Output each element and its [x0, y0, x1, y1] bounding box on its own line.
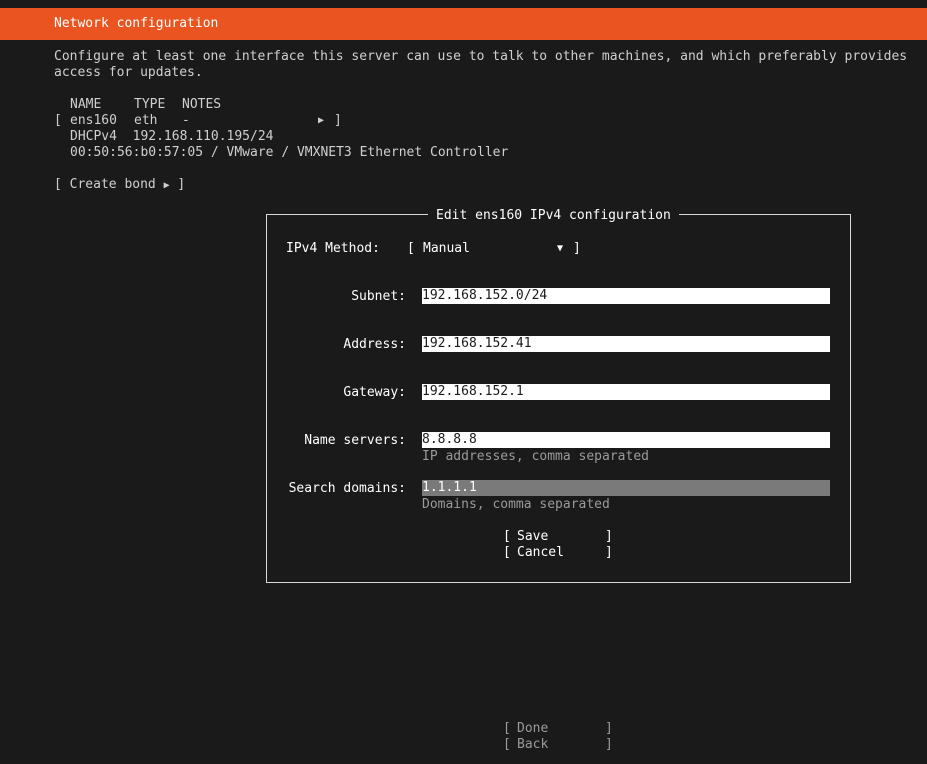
search-domains-input[interactable]: 1.1.1.1: [422, 480, 830, 496]
create-bond-button[interactable]: [ Create bond ▶ ]: [54, 177, 185, 194]
interface-notes: -: [182, 113, 190, 128]
gateway-label: Gateway:: [343, 385, 406, 400]
cancel-label: Cancel: [517, 545, 564, 560]
back-button[interactable]: [ Back ]: [503, 737, 615, 753]
column-header-notes: NOTES: [182, 97, 222, 112]
address-label: Address:: [343, 337, 406, 352]
expand-arrow-icon: ▶: [318, 115, 325, 126]
done-label: Done: [517, 721, 549, 736]
interface-row-ens160[interactable]: [ ens160 eth - ▶ ]: [54, 113, 344, 129]
back-label: Back: [517, 737, 549, 752]
interface-hw-detail: 00:50:56:b0:57:05 / VMware / VMXNET3 Eth…: [70, 145, 509, 160]
interface-name: ens160: [70, 113, 117, 128]
search-domains-hint: Domains, comma separated: [422, 497, 610, 512]
bracket-close: ]: [334, 113, 342, 128]
subnet-label: Subnet:: [351, 289, 406, 304]
bracket-open: [: [54, 113, 62, 128]
gateway-input[interactable]: 192.168.152.1: [422, 384, 830, 400]
interface-dhcp-detail: DHCPv4 192.168.110.195/24: [70, 129, 274, 144]
ipv4-method-value: Manual: [423, 241, 470, 256]
intro-line-2: access for updates.: [54, 65, 203, 80]
name-servers-label: Name servers:: [304, 433, 406, 448]
dropdown-arrow-icon: ▼: [557, 243, 564, 254]
page-title: Network configuration: [54, 16, 219, 31]
intro-line-1: Configure at least one interface this se…: [54, 49, 908, 64]
ipv4-method-label: IPv4 Method:: [286, 241, 380, 256]
column-header-type: TYPE: [134, 97, 166, 112]
ipv4-method-select[interactable]: [ Manual ▼ ]: [407, 241, 583, 257]
name-servers-input[interactable]: 8.8.8.8: [422, 432, 830, 448]
name-servers-hint: IP addresses, comma separated: [422, 449, 649, 464]
save-button[interactable]: [ Save ]: [503, 529, 615, 545]
dialog-title: Edit ens160 IPv4 configuration: [428, 208, 679, 224]
column-header-name: NAME: [70, 97, 102, 112]
save-label: Save: [517, 529, 549, 544]
done-button[interactable]: [ Done ]: [503, 721, 615, 737]
create-bond-label: Create bond: [69, 177, 156, 192]
cancel-button[interactable]: [ Cancel ]: [503, 545, 615, 561]
search-domains-label: Search domains:: [288, 481, 406, 496]
subnet-input[interactable]: 192.168.152.0/24: [422, 288, 830, 304]
address-input[interactable]: 192.168.152.41: [422, 336, 830, 352]
interface-type: eth: [134, 113, 158, 128]
